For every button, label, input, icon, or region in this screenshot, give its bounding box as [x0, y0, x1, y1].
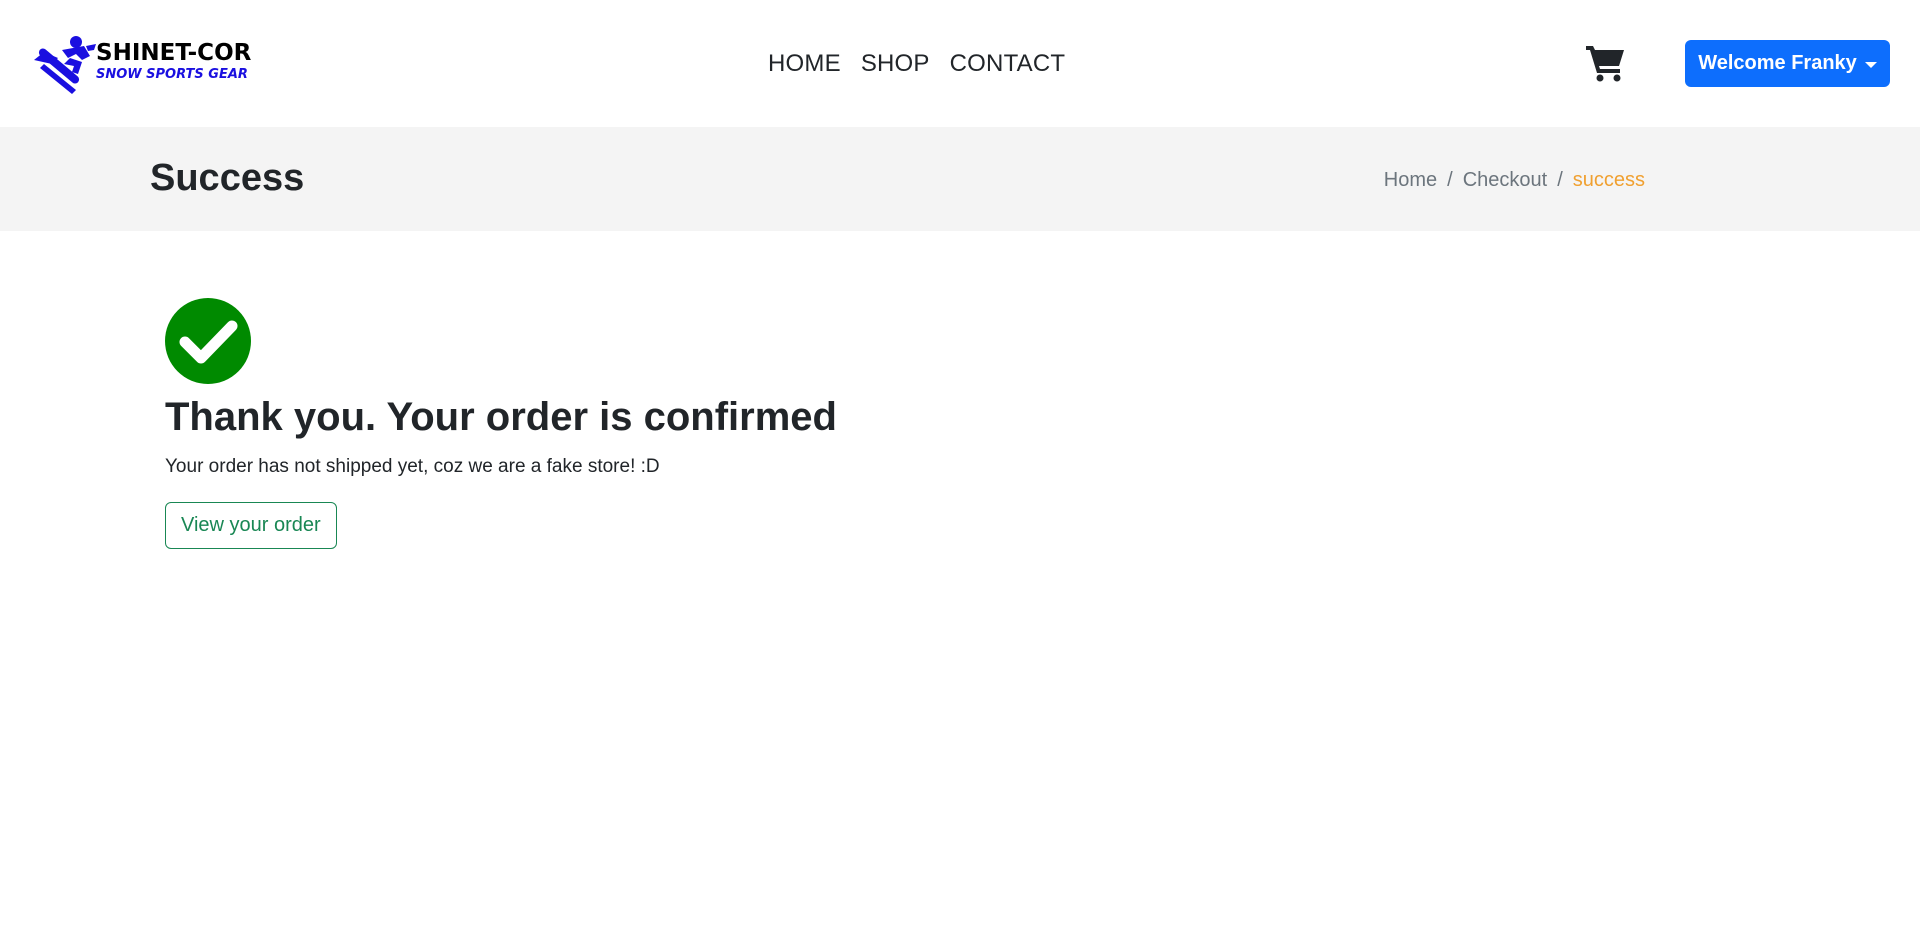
confirmation-title: Thank you. Your order is confirmed	[165, 395, 837, 439]
confirmation-section: Thank you. Your order is confirmed Your …	[165, 298, 1065, 549]
main-nav: HOME SHOP CONTACT	[768, 50, 1065, 78]
breadcrumb-home[interactable]: Home	[1384, 169, 1437, 192]
snowboarder-logo-icon: SHINET-CORE SNOW SPORTS GEAR	[34, 36, 252, 94]
breadcrumb-separator: /	[1447, 169, 1453, 191]
brand-name: SHINET-CORE	[96, 40, 252, 66]
breadcrumb-separator: /	[1557, 169, 1563, 191]
breadcrumb: Home / Checkout / success	[1384, 169, 1645, 192]
shopping-cart-icon[interactable]	[1586, 44, 1626, 82]
breadcrumb-current: success	[1572, 169, 1645, 191]
view-order-button[interactable]: View your order	[165, 502, 337, 549]
confirmation-message: Your order has not shipped yet, coz we a…	[165, 456, 660, 477]
page-title: Success	[150, 157, 305, 199]
top-navbar: SHINET-CORE SNOW SPORTS GEAR HOME SHOP C…	[0, 0, 1920, 127]
nav-contact-link[interactable]: CONTACT	[950, 50, 1066, 78]
brand-tagline: SNOW SPORTS GEAR	[96, 67, 248, 82]
user-menu-button[interactable]: Welcome Franky	[1685, 40, 1890, 87]
caret-down-icon	[1864, 61, 1877, 68]
check-circle-icon	[165, 298, 251, 384]
nav-shop-link[interactable]: SHOP	[861, 50, 930, 78]
breadcrumb-checkout[interactable]: Checkout	[1463, 169, 1548, 192]
user-menu-label: Welcome Franky	[1698, 52, 1857, 74]
nav-home-link[interactable]: HOME	[768, 50, 841, 78]
page-header: Success Home / Checkout / success	[0, 127, 1920, 231]
brand-logo[interactable]: SHINET-CORE SNOW SPORTS GEAR	[32, 34, 252, 96]
